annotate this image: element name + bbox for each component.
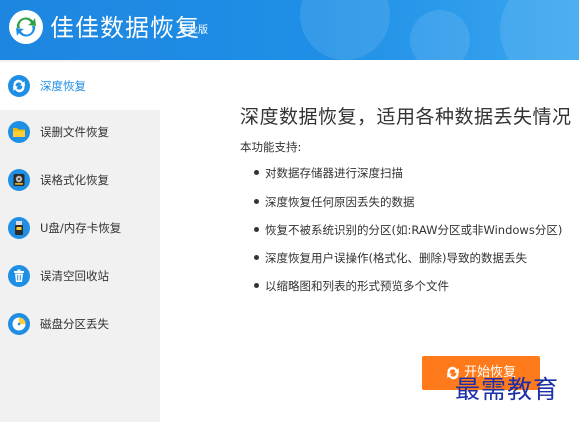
disk-partition-icon xyxy=(8,313,30,335)
sidebar-item-label: U盘/内存卡恢复 xyxy=(40,221,122,235)
bullet-icon xyxy=(254,283,259,288)
bullet-icon xyxy=(254,255,259,260)
sidebar-item-label: 误删文件恢复 xyxy=(40,125,109,139)
sidebar-item-label: 磁盘分区丢失 xyxy=(40,317,109,331)
sidebar-item-label: 误格式化恢复 xyxy=(40,173,109,187)
bullet-icon xyxy=(254,199,259,204)
usb-drive-icon xyxy=(8,217,30,239)
bullet-icon xyxy=(254,170,259,175)
feature-text: 深度恢复用户误操作(格式化、删除)导致的数据丢失 xyxy=(265,251,527,265)
recycle-bin-icon xyxy=(8,265,30,287)
sidebar-item-label: 深度恢复 xyxy=(40,79,86,93)
folder-icon xyxy=(8,121,30,143)
header-decoration xyxy=(300,0,390,60)
sidebar-item-recycle-bin[interactable]: 误清空回收站 xyxy=(0,252,160,300)
bullet-icon xyxy=(254,227,259,232)
main-panel: 深度数据恢复，适用各种数据丢失情况 本功能支持: 对数据存储器进行深度扫描 深度… xyxy=(160,60,579,422)
sidebar-item-format-recovery[interactable]: 误格式化恢复 xyxy=(0,156,160,204)
sidebar: 深度恢复 误删文件恢复 误格式化恢复 U盘/内存卡恢复 误清空回收站 磁盘分区丢… xyxy=(0,60,160,422)
title-bar: 佳佳数据恢复 专业版 xyxy=(0,0,579,60)
feature-text: 以缩略图和列表的形式预览多个文件 xyxy=(265,279,449,293)
sidebar-item-deep-recovery[interactable]: 深度恢复 xyxy=(0,62,160,110)
hard-disk-icon xyxy=(8,169,30,191)
sidebar-item-partition-lost[interactable]: 磁盘分区丢失 xyxy=(0,300,160,348)
watermark-text: 最需教育 xyxy=(455,375,560,404)
feature-text: 深度恢复任何原因丢失的数据 xyxy=(265,195,415,209)
sidebar-item-usb-card[interactable]: U盘/内存卡恢复 xyxy=(0,204,160,252)
app-logo-icon xyxy=(9,10,43,44)
header-decoration xyxy=(500,0,579,60)
sidebar-item-deleted-files[interactable]: 误删文件恢复 xyxy=(0,108,160,156)
feature-heading: 本功能支持: xyxy=(240,140,302,154)
deep-recovery-icon xyxy=(8,75,30,97)
header-decoration xyxy=(410,10,470,60)
app-edition: 专业版 xyxy=(178,25,208,36)
feature-text: 恢复不被系统识别的分区(如:RAW分区或非Windows分区) xyxy=(265,223,563,237)
sidebar-item-label: 误清空回收站 xyxy=(40,269,109,283)
page-title: 深度数据恢复，适用各种数据丢失情况 xyxy=(240,106,572,128)
feature-text: 对数据存储器进行深度扫描 xyxy=(265,166,403,180)
